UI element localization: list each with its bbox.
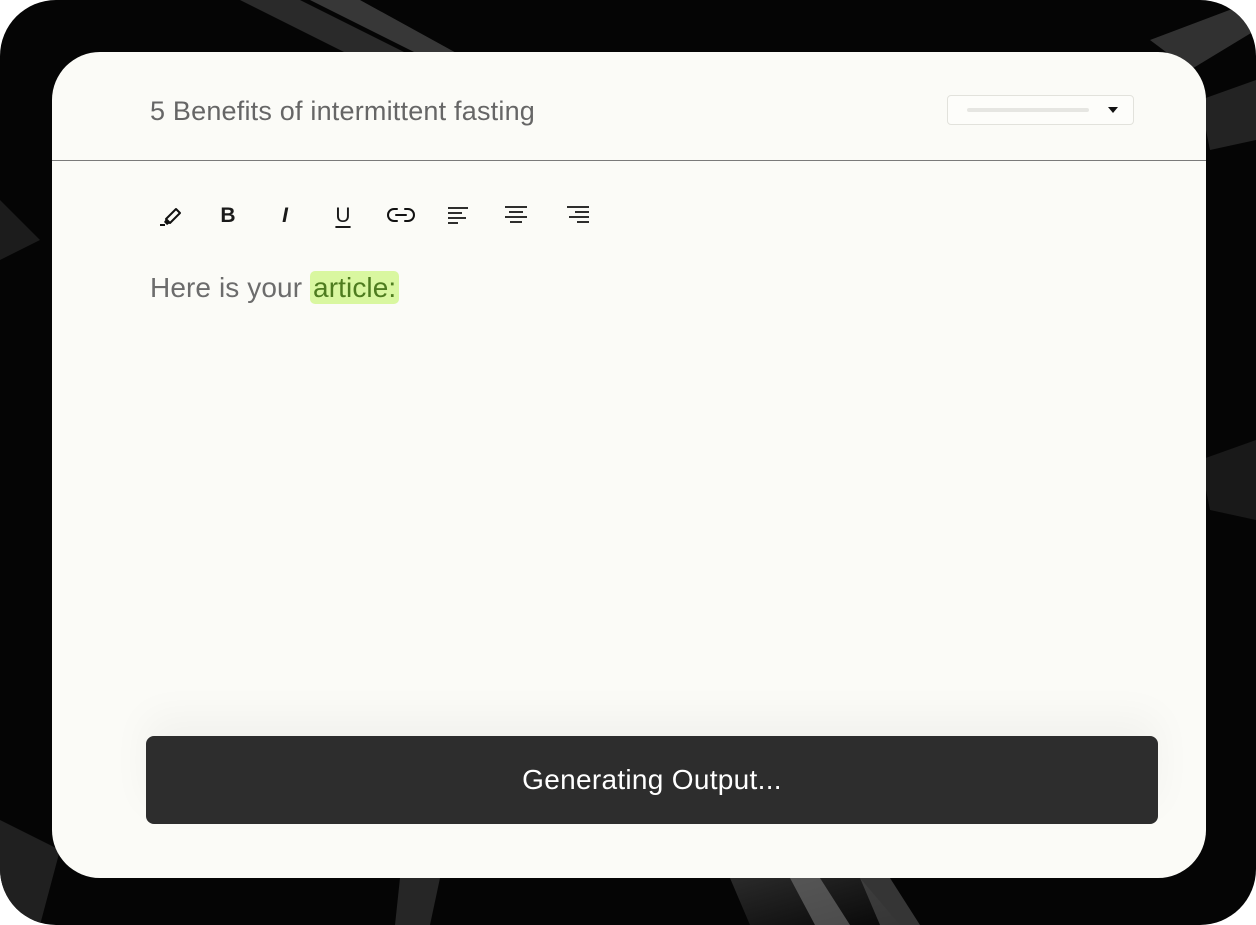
editor-card: 5 Benefits of intermittent fasting B I U… xyxy=(52,52,1206,878)
link-icon xyxy=(387,208,415,222)
align-left-icon xyxy=(448,207,468,224)
align-center-button[interactable] xyxy=(496,197,536,233)
highlighter-icon xyxy=(160,208,181,226)
link-button[interactable] xyxy=(381,197,421,233)
editor-text: Here is your xyxy=(150,272,311,303)
italic-icon: I xyxy=(282,203,288,227)
align-right-button[interactable] xyxy=(558,197,598,233)
underline-icon: U xyxy=(335,203,351,227)
align-left-button[interactable] xyxy=(438,197,478,233)
card-header: 5 Benefits of intermittent fasting xyxy=(52,52,1206,161)
underline-button[interactable]: U xyxy=(323,197,363,233)
editor-content[interactable]: Here is your article: xyxy=(150,271,400,304)
dropdown-placeholder-bar xyxy=(967,108,1089,112)
bold-button[interactable]: B xyxy=(208,197,248,233)
align-center-icon xyxy=(505,206,527,223)
document-title[interactable]: 5 Benefits of intermittent fasting xyxy=(150,96,535,127)
highlighted-text: article: xyxy=(310,271,400,304)
format-dropdown[interactable] xyxy=(947,95,1134,125)
highlighter-button[interactable] xyxy=(150,197,190,233)
app-frame: 5 Benefits of intermittent fasting B I U… xyxy=(0,0,1256,925)
caret-down-icon xyxy=(1108,107,1118,113)
generating-output-button[interactable]: Generating Output... xyxy=(146,736,1158,824)
italic-button[interactable]: I xyxy=(265,197,305,233)
align-right-icon xyxy=(567,206,589,223)
bold-icon: B xyxy=(220,203,236,227)
